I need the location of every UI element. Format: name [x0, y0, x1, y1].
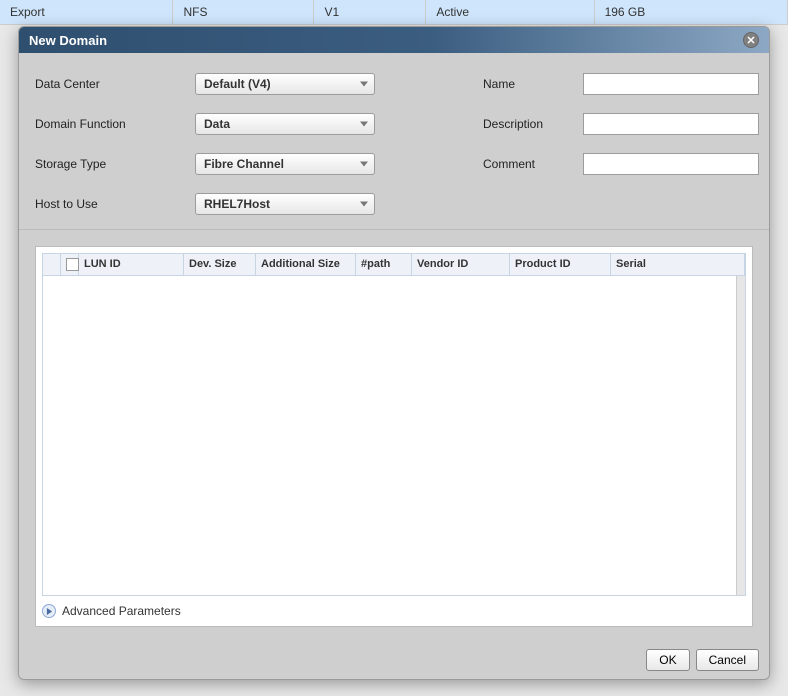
comment-label: Comment: [483, 157, 583, 171]
host-select[interactable]: RHEL7Host: [195, 193, 375, 215]
comment-field[interactable]: [583, 153, 759, 175]
col-path[interactable]: #path: [356, 254, 412, 275]
description-field[interactable]: [583, 113, 759, 135]
col-additional-size[interactable]: Additional Size: [256, 254, 356, 275]
col-dev-size[interactable]: Dev. Size: [184, 254, 256, 275]
advanced-parameters-toggle[interactable]: Advanced Parameters: [42, 596, 746, 620]
description-label: Description: [483, 117, 583, 131]
scrollbar[interactable]: [736, 276, 745, 595]
ok-button[interactable]: OK: [646, 649, 689, 671]
bg-cell: 196 GB: [594, 0, 787, 25]
dialog-footer: OK Cancel: [19, 643, 769, 679]
close-icon[interactable]: ✕: [743, 32, 759, 48]
chevron-right-icon: [42, 604, 56, 618]
select-all-column[interactable]: [61, 254, 79, 275]
col-vendor[interactable]: Vendor ID: [412, 254, 510, 275]
storage-type-label: Storage Type: [35, 157, 195, 171]
data-center-select[interactable]: Default (V4): [195, 73, 375, 95]
dialog-title: New Domain: [29, 33, 107, 48]
dialog-titlebar[interactable]: New Domain ✕: [19, 27, 769, 53]
bg-cell: NFS: [173, 0, 314, 25]
bg-cell: Export: [0, 0, 173, 25]
lun-table-body: [43, 276, 745, 595]
cancel-button[interactable]: Cancel: [696, 649, 759, 671]
col-product[interactable]: Product ID: [510, 254, 611, 275]
name-label: Name: [483, 77, 583, 91]
background-storage-table: Export NFS V1 Active 196 GB: [0, 0, 788, 25]
lun-table: LUN ID Dev. Size Additional Size #path V…: [42, 253, 746, 596]
content-area: LUN ID Dev. Size Additional Size #path V…: [35, 246, 753, 627]
form-area: Data Center Default (V4) Name Domain Fun…: [19, 53, 769, 230]
lun-table-header: LUN ID Dev. Size Additional Size #path V…: [43, 254, 745, 276]
col-serial[interactable]: Serial: [611, 254, 745, 275]
domain-function-select[interactable]: Data: [195, 113, 375, 135]
storage-type-select[interactable]: Fibre Channel: [195, 153, 375, 175]
bg-cell: V1: [314, 0, 426, 25]
bg-cell: Active: [426, 0, 594, 25]
new-domain-dialog: New Domain ✕ Data Center Default (V4) Na…: [18, 26, 770, 680]
advanced-parameters-label: Advanced Parameters: [62, 604, 181, 618]
data-center-label: Data Center: [35, 77, 195, 91]
host-label: Host to Use: [35, 197, 195, 211]
col-lun-id[interactable]: LUN ID: [79, 254, 184, 275]
domain-function-label: Domain Function: [35, 117, 195, 131]
expand-column: [43, 254, 61, 275]
name-field[interactable]: [583, 73, 759, 95]
